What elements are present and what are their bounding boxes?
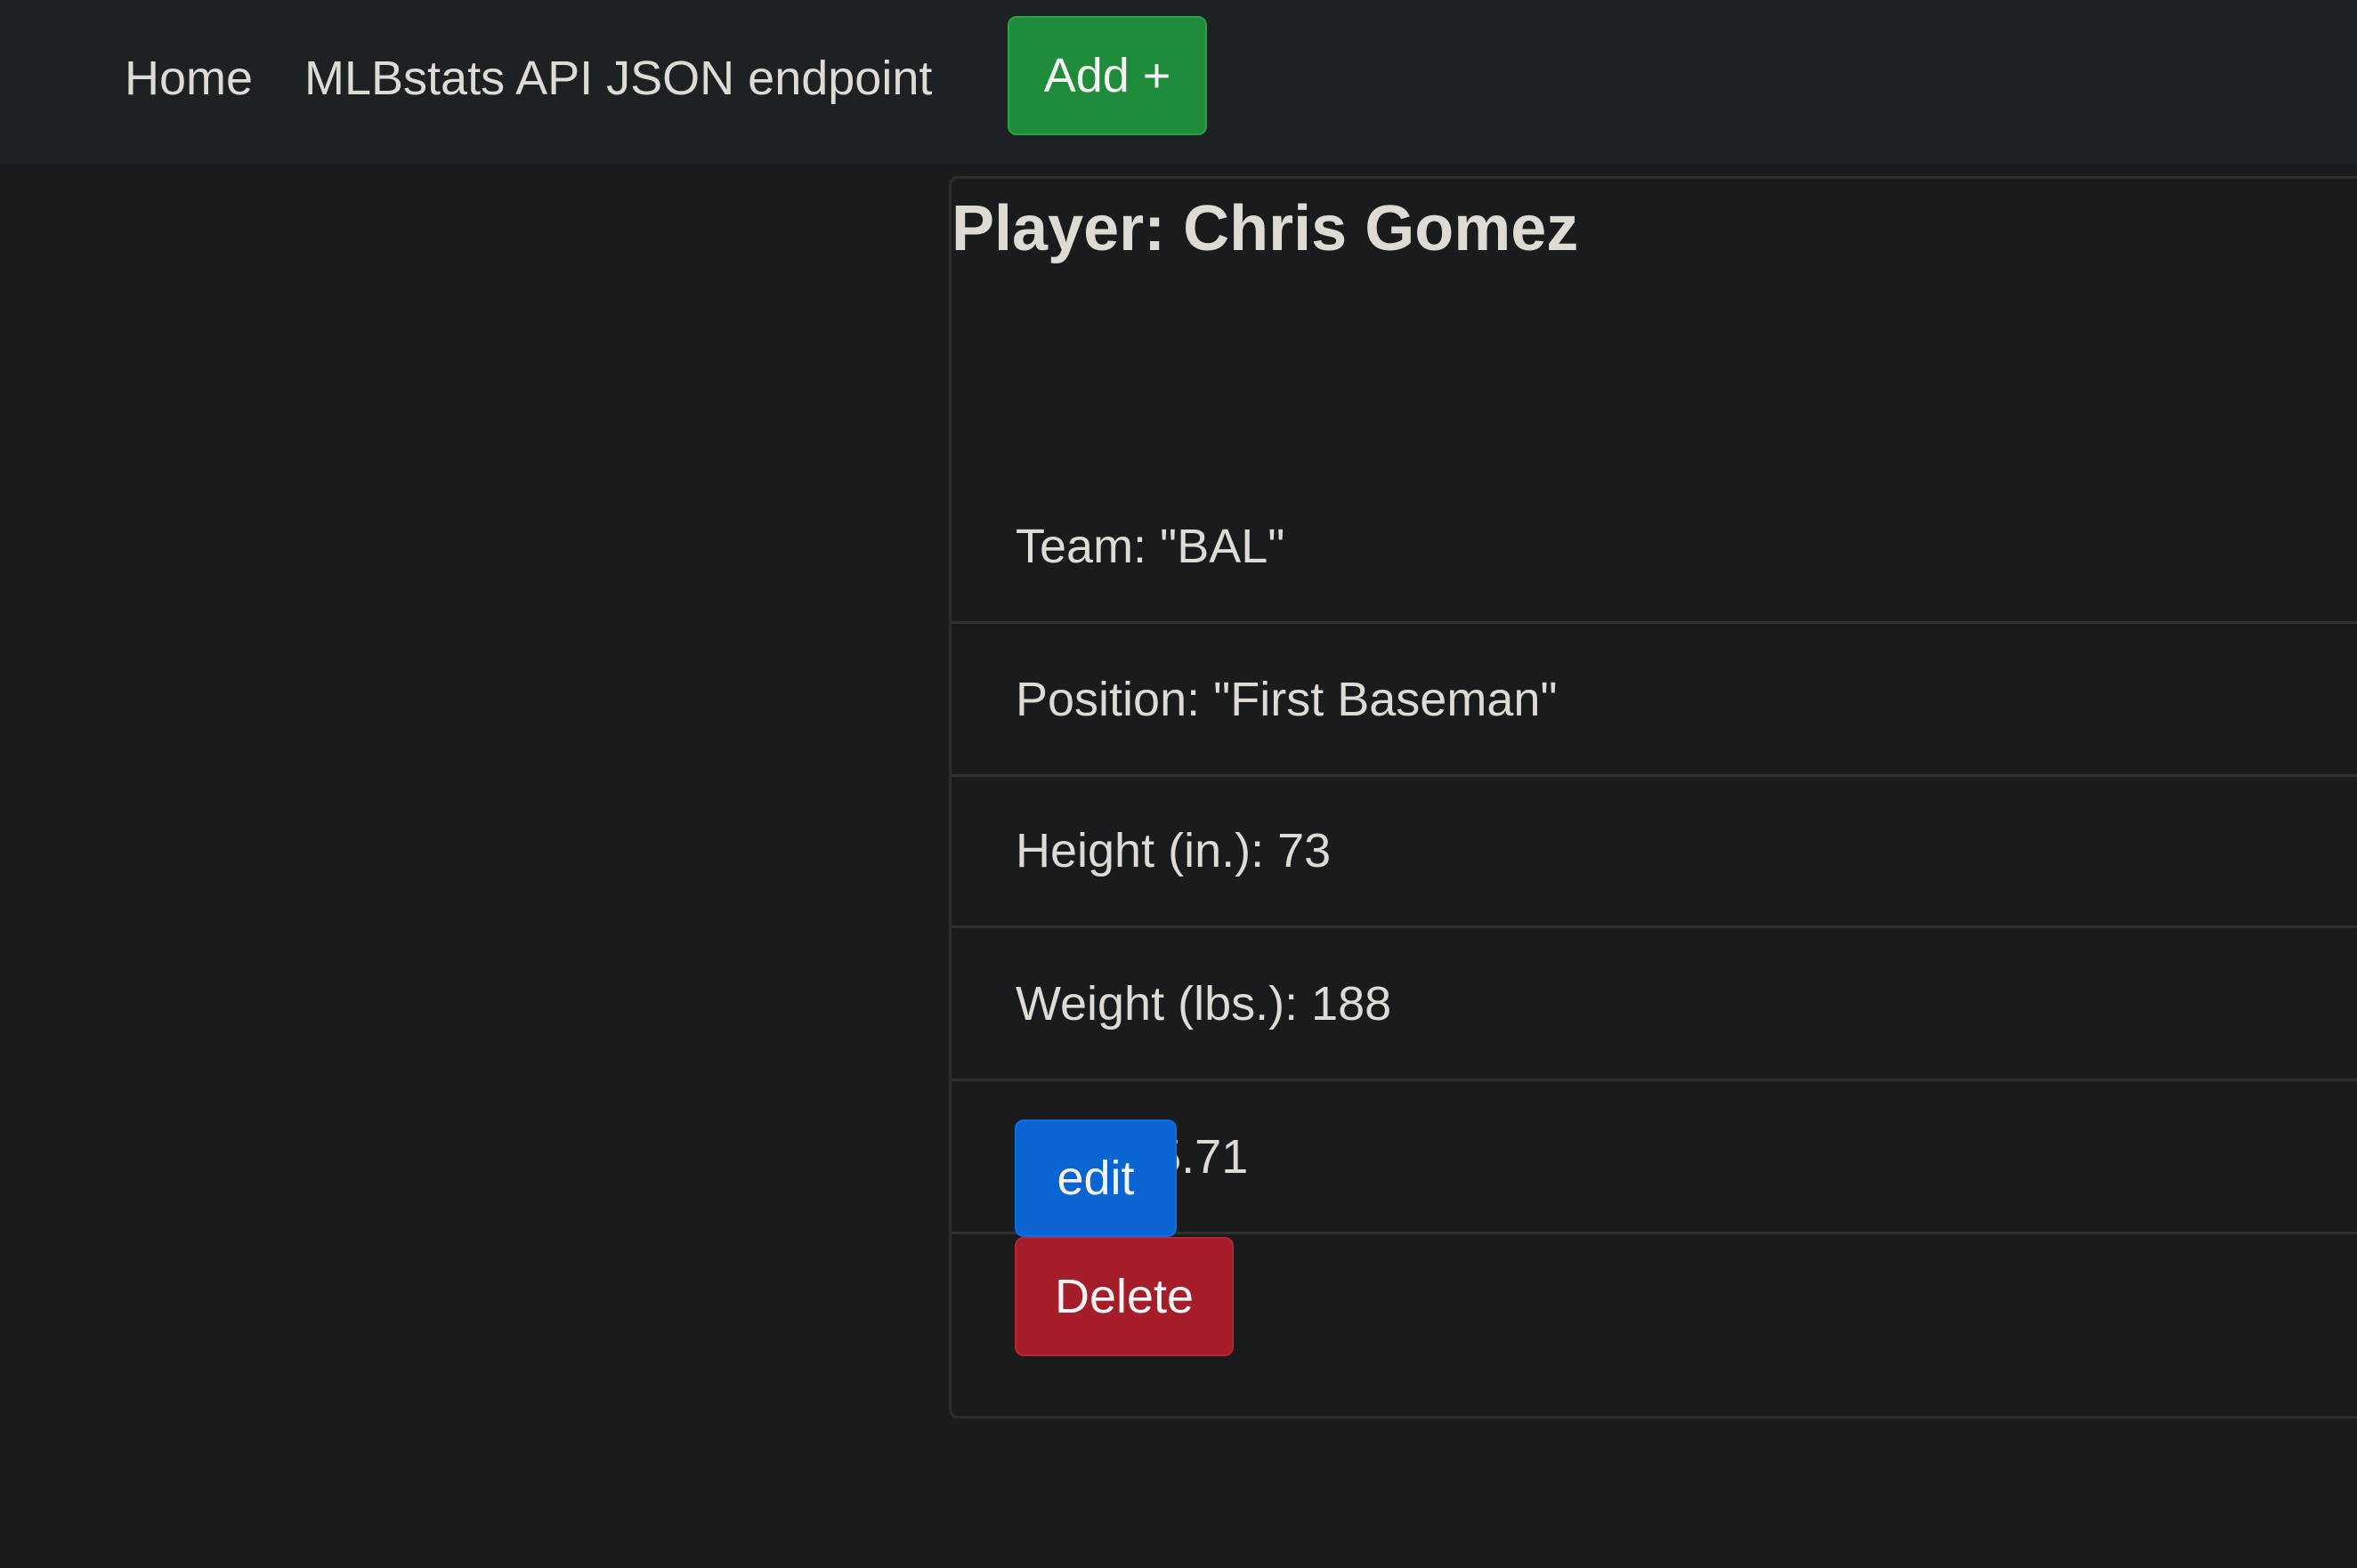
nav-api-endpoint-link[interactable]: MLBstats API JSON endpoint [304, 46, 932, 110]
nav-home-link[interactable]: Home [125, 46, 253, 110]
weight-text: Weight (lbs.): 188 [1016, 976, 1392, 1031]
height-text: Height (in.): 73 [1016, 823, 1332, 877]
edit-button[interactable]: edit [1015, 1119, 1177, 1237]
height-row: Height (in.): 73 [952, 775, 2357, 928]
team-text: Team: "BAL" [1016, 519, 1285, 573]
position-row: Position: "First Baseman" [952, 624, 2357, 777]
navbar: Home MLBstats API JSON endpoint Add + [0, 0, 2357, 164]
add-button[interactable]: Add + [1008, 16, 1207, 135]
player-title: Player: Chris Gomez [952, 193, 1579, 264]
position-text: Position: "First Baseman" [1016, 672, 1558, 726]
weight-row: Weight (lbs.): 188 [952, 928, 2357, 1081]
team-row: Team: "BAL" [952, 471, 2357, 624]
delete-button[interactable]: Delete [1015, 1237, 1234, 1356]
